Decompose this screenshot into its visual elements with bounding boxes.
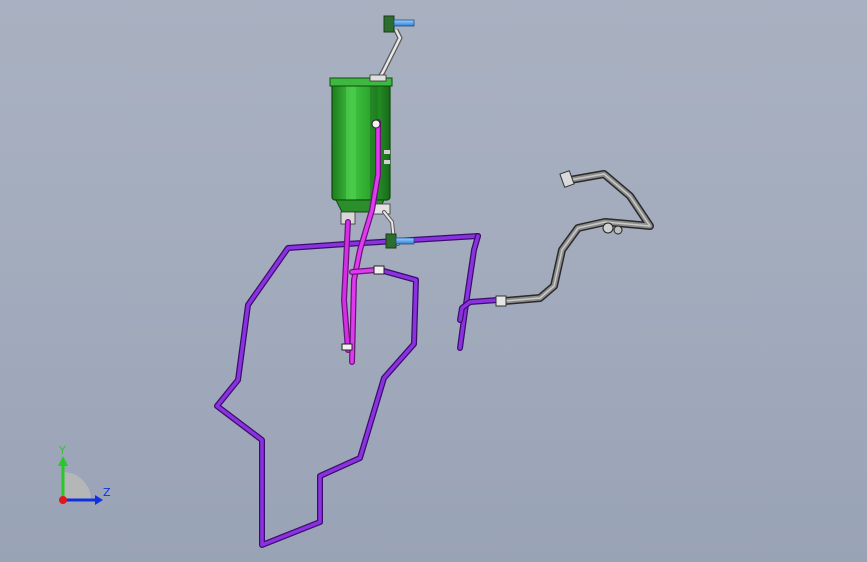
triad-plane <box>63 472 91 500</box>
z-axis-arrowhead <box>95 495 103 505</box>
hose-clamp <box>602 222 614 234</box>
mounting-bolt[interactable] <box>385 233 415 249</box>
bolt-top <box>393 19 415 27</box>
hose-clamp <box>373 265 385 275</box>
vent-line[interactable] <box>214 233 501 548</box>
model-view[interactable] <box>0 0 867 562</box>
x-axis-dot <box>59 496 67 504</box>
y-axis-label: Y <box>59 444 66 457</box>
mounting-bracket[interactable] <box>375 15 415 82</box>
y-axis-arrowhead <box>58 456 68 466</box>
cad-viewport[interactable]: Y Z <box>0 0 867 562</box>
hose-clamp <box>613 225 623 235</box>
orientation-triad <box>58 456 103 505</box>
hose-clamp <box>371 119 381 129</box>
hose-end-fitting <box>559 170 575 188</box>
evap-canister[interactable] <box>329 74 393 225</box>
z-axis-label: Z <box>103 486 111 499</box>
hose-clamp <box>495 295 507 307</box>
fill-line[interactable] <box>495 170 654 307</box>
hose-clamp <box>341 343 353 351</box>
